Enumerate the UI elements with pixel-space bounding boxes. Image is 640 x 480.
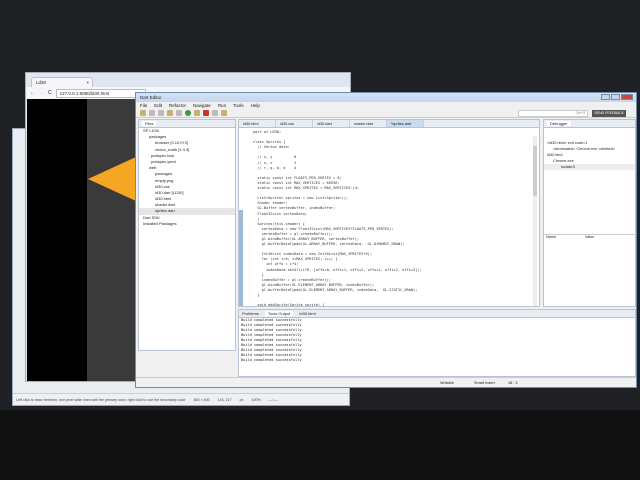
tab-title: Ld30 xyxy=(36,80,47,85)
run-icon[interactable] xyxy=(185,110,191,116)
editor-scrollbar[interactable] xyxy=(533,136,537,306)
tab-debugger[interactable]: Debugger xyxy=(547,121,571,126)
menu-help[interactable]: Help xyxy=(251,103,260,108)
zoom-level: 100% xyxy=(251,397,261,402)
step-icon[interactable] xyxy=(212,110,218,116)
toggle-icon[interactable] xyxy=(221,110,227,116)
maximize-button[interactable] xyxy=(611,94,620,100)
status-writable: Writable xyxy=(440,381,454,385)
tab-problems[interactable]: Problems xyxy=(242,311,259,316)
menu-navigate[interactable]: Navigate xyxy=(193,103,211,108)
desktop-background xyxy=(0,410,640,480)
column-name: Name xyxy=(546,235,557,239)
debug-item-isolate[interactable]: isolate:0 xyxy=(544,164,635,170)
menu-run[interactable]: Run xyxy=(218,103,226,108)
orange-triangle-sprite xyxy=(88,157,136,201)
tree-item[interactable]: Installed Packages xyxy=(139,221,235,227)
save-icon[interactable] xyxy=(149,110,155,116)
save-all-icon[interactable] xyxy=(158,110,164,116)
minimize-button[interactable] xyxy=(601,94,610,100)
column-value: Value xyxy=(584,235,595,239)
dart-editor-window: Dart Editor File Edit Refactor Navigate … xyxy=(135,92,637,388)
tab-ld30-html[interactable]: ld30.html xyxy=(239,120,276,127)
close-button[interactable] xyxy=(621,94,633,100)
address-bar[interactable]: 127.0.0.1:8080/ld30.html xyxy=(55,88,146,98)
editor-status-bar: Writable Smart Insert 18 : 3 xyxy=(136,377,636,387)
new-project-icon[interactable] xyxy=(140,110,146,116)
menu-tools[interactable]: Tools xyxy=(233,103,244,108)
debugger-panel: Debugger <ld30.html> exit code=1 <termin… xyxy=(543,119,636,307)
tab-ld30-html-output[interactable]: ld30.html xyxy=(299,311,315,316)
code-editor[interactable]: ld30.html ld30.css ld30.dart shader.dart… xyxy=(238,119,540,307)
window-title: Dart Editor xyxy=(140,95,162,100)
change-gutter xyxy=(239,128,244,306)
reload-icon[interactable]: C xyxy=(48,90,52,96)
send-feedback-button[interactable]: SEND FEEDBACK xyxy=(592,110,626,117)
zoom-slider[interactable]: —○— xyxy=(269,398,278,402)
menu-edit[interactable]: Edit xyxy=(154,103,162,108)
debug-tree: <ld30.html> exit code=1 <terminated> Chr… xyxy=(544,140,635,170)
game-canvas-gray-area xyxy=(87,99,137,381)
unit-select[interactable]: px xyxy=(240,398,244,402)
tab-files[interactable]: Files xyxy=(142,121,157,126)
console-line: Build completed successfully xyxy=(241,358,302,362)
tab-shader-dart[interactable]: shader.dart xyxy=(350,120,387,127)
editor-tabs: ld30.html ld30.css ld30.dart shader.dart… xyxy=(239,120,539,128)
menu-refactor[interactable]: Refactor xyxy=(169,103,186,108)
debug-icon[interactable] xyxy=(194,110,200,116)
browser-tab[interactable]: Ld30 × xyxy=(31,77,93,87)
bottom-panel: Problems Tools Output ld30.html Build co… xyxy=(238,309,636,377)
back-icon[interactable]: ← xyxy=(30,90,35,96)
forward-icon[interactable]: → xyxy=(39,90,44,96)
forward-nav-icon[interactable] xyxy=(176,110,182,116)
status-hint: Left click to draw freeform, one-pixel w… xyxy=(16,397,186,402)
canvas-size: 800 × 600 xyxy=(193,397,210,402)
tab-ld30-dart[interactable]: ld30.dart xyxy=(313,120,350,127)
status-cursor-position: 18 : 3 xyxy=(508,381,518,385)
console-output: Build completed successfully Build comple… xyxy=(239,318,635,363)
title-bar: Dart Editor xyxy=(136,93,636,102)
close-tab-icon[interactable]: × xyxy=(86,80,89,85)
toolbar: Ctrl+3 SEND FEEDBACK xyxy=(136,109,636,118)
code-line: void addSprite(Sprite sprite) { xyxy=(253,303,325,307)
tab-tools-output[interactable]: Tools Output xyxy=(264,311,294,316)
menu-file[interactable]: File xyxy=(140,103,147,108)
tab-ld30-css[interactable]: ld30.css xyxy=(276,120,313,127)
stop-icon[interactable] xyxy=(203,110,209,116)
file-tree: SP LD30 packages browser [0.10.0+2] vect… xyxy=(139,128,235,227)
tab-sprites-dart[interactable]: *sprites.dart xyxy=(387,120,424,127)
files-panel: Files SP LD30 packages browser [0.10.0+2… xyxy=(138,119,236,351)
cursor-position: 143, 217 xyxy=(217,397,232,402)
status-insert-mode: Smart Insert xyxy=(474,381,495,385)
search-input[interactable]: Ctrl+3 xyxy=(518,110,588,117)
menu-bar: File Edit Refactor Navigate Run Tools He… xyxy=(136,102,636,109)
back-nav-icon[interactable] xyxy=(167,110,173,116)
code-text[interactable]: part of LD30; class Sprites { // Vertex d… xyxy=(239,128,539,307)
paint-status-bar: Left click to draw freeform, one-pixel w… xyxy=(13,393,349,405)
